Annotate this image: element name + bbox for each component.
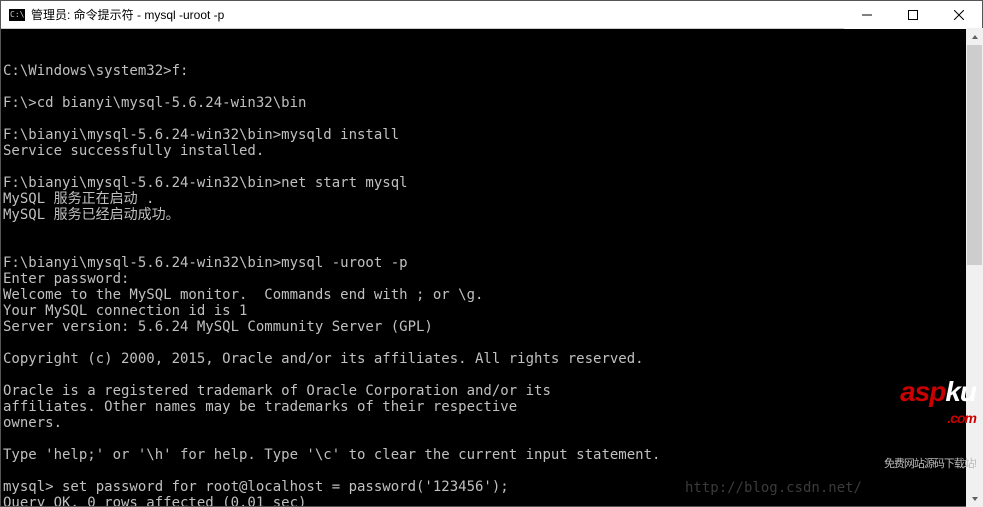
watermark-com: .com <box>859 410 976 426</box>
watermark-url: http://blog.csdn.net/ <box>685 480 862 496</box>
terminal-output: C:\Windows\system32>f: F:\>cd bianyi\mys… <box>3 63 982 506</box>
watermark-asp: asp <box>900 376 945 407</box>
titlebar[interactable]: 管理员: 命令提示符 - mysql -uroot -p <box>1 1 982 29</box>
watermark-sub: 免费网站源码下载站! <box>859 456 976 472</box>
close-button[interactable] <box>936 1 982 29</box>
cmd-window: 管理员: 命令提示符 - mysql -uroot -p C:\Windows\… <box>0 0 983 507</box>
watermark-logo: aspku .com 免费网站源码下载站! <box>859 368 976 504</box>
cmd-icon <box>9 9 25 21</box>
maximize-button[interactable] <box>890 1 936 29</box>
scroll-up-button[interactable] <box>966 28 983 45</box>
watermark-ku: ku <box>945 376 976 407</box>
window-title: 管理员: 命令提示符 - mysql -uroot -p <box>31 6 224 23</box>
minimize-button[interactable] <box>844 1 890 29</box>
terminal-area[interactable]: C:\Windows\system32>f: F:\>cd bianyi\mys… <box>1 29 982 506</box>
